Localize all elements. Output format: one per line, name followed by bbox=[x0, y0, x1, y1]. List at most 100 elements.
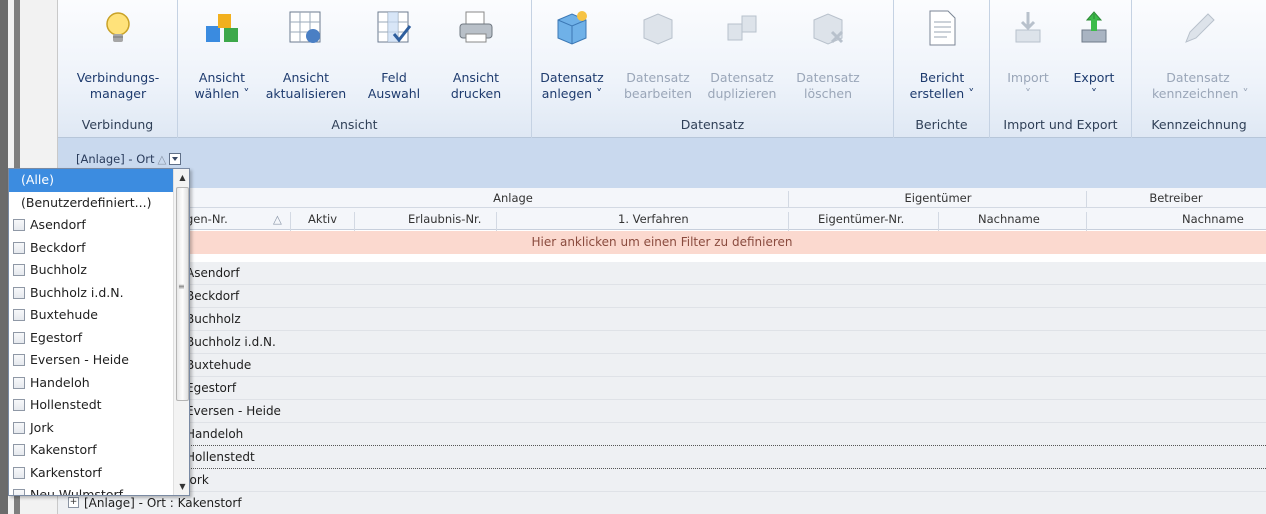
dropdown-item[interactable]: Kakenstorf bbox=[9, 439, 173, 462]
dropdown-item[interactable]: Eversen - Heide bbox=[9, 349, 173, 372]
column-verfahren[interactable]: 1. Verfahren bbox=[618, 212, 689, 226]
cubes-icon bbox=[206, 14, 238, 42]
checkbox[interactable] bbox=[13, 241, 25, 254]
checkbox[interactable] bbox=[13, 286, 25, 299]
group-row[interactable]: Hollenstedt bbox=[58, 446, 1266, 469]
ansicht-aktualisieren-label-1: Ansicht bbox=[282, 70, 330, 85]
checkbox[interactable] bbox=[13, 331, 25, 344]
dropdown-item[interactable]: Beckdorf bbox=[9, 237, 173, 260]
group-row[interactable]: Buchholz i.d.N. bbox=[58, 331, 1266, 354]
datensatz-loeschen-label-2: löschen bbox=[803, 86, 853, 101]
filter-row[interactable]: Hier anklicken um einen Filter zu defini… bbox=[58, 231, 1266, 254]
group-row-label: [Anlage] - Ort : Kakenstorf bbox=[84, 496, 242, 510]
bericht-erstellen-button[interactable]: Bericht erstellen ˅ bbox=[896, 4, 988, 104]
printer-icon bbox=[459, 11, 493, 43]
column-nachname-eigentuemer[interactable]: Nachname bbox=[978, 212, 1040, 226]
group-row-label: Asendorf bbox=[186, 266, 240, 280]
group-row[interactable]: Buxtehude bbox=[58, 354, 1266, 377]
dropdown-item[interactable]: Handeloh bbox=[9, 372, 173, 395]
group-label-ansicht: Ansicht bbox=[331, 117, 378, 132]
filter-dropdown-list[interactable]: (Alle) (Benutzerdefiniert...) Asendorf B… bbox=[8, 168, 190, 496]
dropdown-item[interactable]: Buxtehude bbox=[9, 304, 173, 327]
datensatz-bearbeiten-label-1: Datensatz bbox=[626, 70, 690, 85]
column-aktiv[interactable]: Aktiv bbox=[308, 212, 337, 226]
group-label-kennzeichnung: Kennzeichnung bbox=[1151, 117, 1247, 132]
group-row[interactable]: + [Anlage] - Ort : Kakenstorf bbox=[58, 492, 1266, 514]
band-anlage[interactable]: Anlage bbox=[188, 191, 838, 205]
export-label-1: Export bbox=[1073, 70, 1115, 85]
group-row[interactable]: Handeloh bbox=[58, 423, 1266, 446]
datensatz-duplizieren-button[interactable]: Datensatz duplizieren bbox=[696, 4, 788, 104]
ansicht-aktualisieren-button[interactable]: Ansicht aktualisieren bbox=[260, 4, 352, 104]
expand-icon[interactable]: + bbox=[68, 497, 79, 508]
group-row-label: Buxtehude bbox=[186, 358, 252, 372]
datensatz-kennzeichnen-button[interactable]: Datensatz kennzeichnen ˅ bbox=[1152, 4, 1249, 104]
group-row-label: Egestorf bbox=[186, 381, 237, 395]
datensatz-loeschen-button[interactable]: Datensatz löschen bbox=[782, 4, 874, 104]
dropdown-item[interactable]: Jork bbox=[9, 417, 173, 440]
dropdown-item-benutzerdefiniert[interactable]: (Benutzerdefiniert...) bbox=[9, 192, 173, 215]
bericht-erstellen-label-1: Bericht bbox=[919, 70, 965, 85]
group-row[interactable]: Egestorf bbox=[58, 377, 1266, 400]
datensatz-kennzeichnen-label-2: kennzeichnen ˅ bbox=[1152, 86, 1249, 101]
column-erlaubnis-nr[interactable]: Erlaubnis-Nr. bbox=[408, 212, 481, 226]
checkbox[interactable] bbox=[13, 264, 25, 276]
checkbox[interactable] bbox=[13, 444, 25, 456]
bericht-erstellen-label-2: erstellen ˅ bbox=[909, 86, 975, 101]
dropdown-item[interactable]: Neu Wulmstorf bbox=[9, 484, 173, 495]
scroll-down-icon[interactable]: ▼ bbox=[174, 478, 189, 495]
checkbox[interactable] bbox=[13, 354, 25, 366]
group-row[interactable]: Eversen - Heide bbox=[58, 400, 1266, 423]
datensatz-bearbeiten-button[interactable]: Datensatz bearbeiten bbox=[612, 4, 704, 104]
checkbox[interactable] bbox=[13, 219, 25, 231]
ansicht-aktualisieren-label-2: aktualisieren bbox=[265, 86, 347, 101]
feld-auswahl-button[interactable]: Feld Auswahl bbox=[348, 4, 440, 104]
app-window: Verbindungs- manager Verbindung Ansicht … bbox=[0, 0, 1266, 514]
dropdown-item-alle[interactable]: (Alle) bbox=[9, 169, 173, 192]
scroll-up-icon[interactable]: ▲ bbox=[174, 169, 189, 186]
datensatz-anlegen-button[interactable]: Datensatz anlegen ˅ bbox=[526, 4, 618, 104]
ansicht-drucken-button[interactable]: Ansicht drucken bbox=[430, 4, 522, 104]
column-eigentuemer-nr[interactable]: Eigentümer-Nr. bbox=[818, 212, 904, 226]
column-separator bbox=[290, 212, 291, 233]
band-betreiber[interactable]: Betreiber bbox=[1086, 191, 1266, 205]
column-nachname-betreiber[interactable]: Nachname bbox=[1182, 212, 1244, 226]
group-row[interactable]: Beckdorf bbox=[58, 285, 1266, 308]
group-ansicht: Ansicht wählen ˅ Ansicht aktualisieren F… bbox=[178, 0, 532, 138]
dropdown-item[interactable]: Karkenstorf bbox=[9, 462, 173, 485]
group-row[interactable]: Jork bbox=[58, 469, 1266, 492]
checkbox[interactable] bbox=[13, 376, 25, 389]
checkbox[interactable] bbox=[13, 421, 25, 434]
checkbox[interactable] bbox=[13, 309, 25, 321]
dropdown-item[interactable]: Buchholz i.d.N. bbox=[9, 282, 173, 305]
window-edge bbox=[0, 0, 8, 514]
band-eigentuemer[interactable]: Eigentümer bbox=[788, 191, 1088, 205]
ansicht-waehlen-button[interactable]: Ansicht wählen ˅ bbox=[176, 4, 268, 104]
dropdown-scrollbar[interactable]: ▲ ≡ ▼ bbox=[173, 169, 189, 495]
dropdown-item-label: Handeloh bbox=[30, 374, 90, 390]
datensatz-loeschen-label-1: Datensatz bbox=[796, 70, 860, 85]
checkbox[interactable] bbox=[13, 399, 25, 411]
checkbox[interactable] bbox=[13, 489, 25, 495]
column-separator bbox=[938, 212, 939, 233]
verbindungsmanager-button[interactable]: Verbindungs- manager bbox=[72, 4, 164, 104]
column-anlagen-nr[interactable]: gen-Nr. bbox=[186, 212, 228, 226]
scrollbar-thumb[interactable] bbox=[176, 187, 189, 401]
import-icon bbox=[1015, 12, 1041, 43]
dropdown-item-label: Kakenstorf bbox=[30, 442, 97, 457]
group-by-label: [Anlage] - Ort bbox=[76, 152, 155, 166]
dropdown-item[interactable]: Hollenstedt bbox=[9, 394, 173, 417]
datensatz-duplizieren-label-2: duplizieren bbox=[707, 86, 777, 101]
dropdown-item-label: Egestorf bbox=[30, 329, 83, 345]
filter-dropdown-icon[interactable] bbox=[169, 153, 182, 165]
group-row[interactable]: Buchholz bbox=[58, 308, 1266, 331]
export-button[interactable]: Export ˅ bbox=[1048, 4, 1140, 104]
datensatz-bearbeiten-label-2: bearbeiten bbox=[623, 86, 693, 101]
checkbox[interactable] bbox=[13, 466, 25, 479]
group-row[interactable]: Asendorf bbox=[58, 262, 1266, 285]
dropdown-item[interactable]: Buchholz bbox=[9, 259, 173, 282]
group-label-berichte: Berichte bbox=[915, 117, 968, 132]
dropdown-item[interactable]: Asendorf bbox=[9, 214, 173, 237]
dropdown-item[interactable]: Egestorf bbox=[9, 327, 173, 350]
dropdown-item-label: Buxtehude bbox=[30, 307, 98, 322]
